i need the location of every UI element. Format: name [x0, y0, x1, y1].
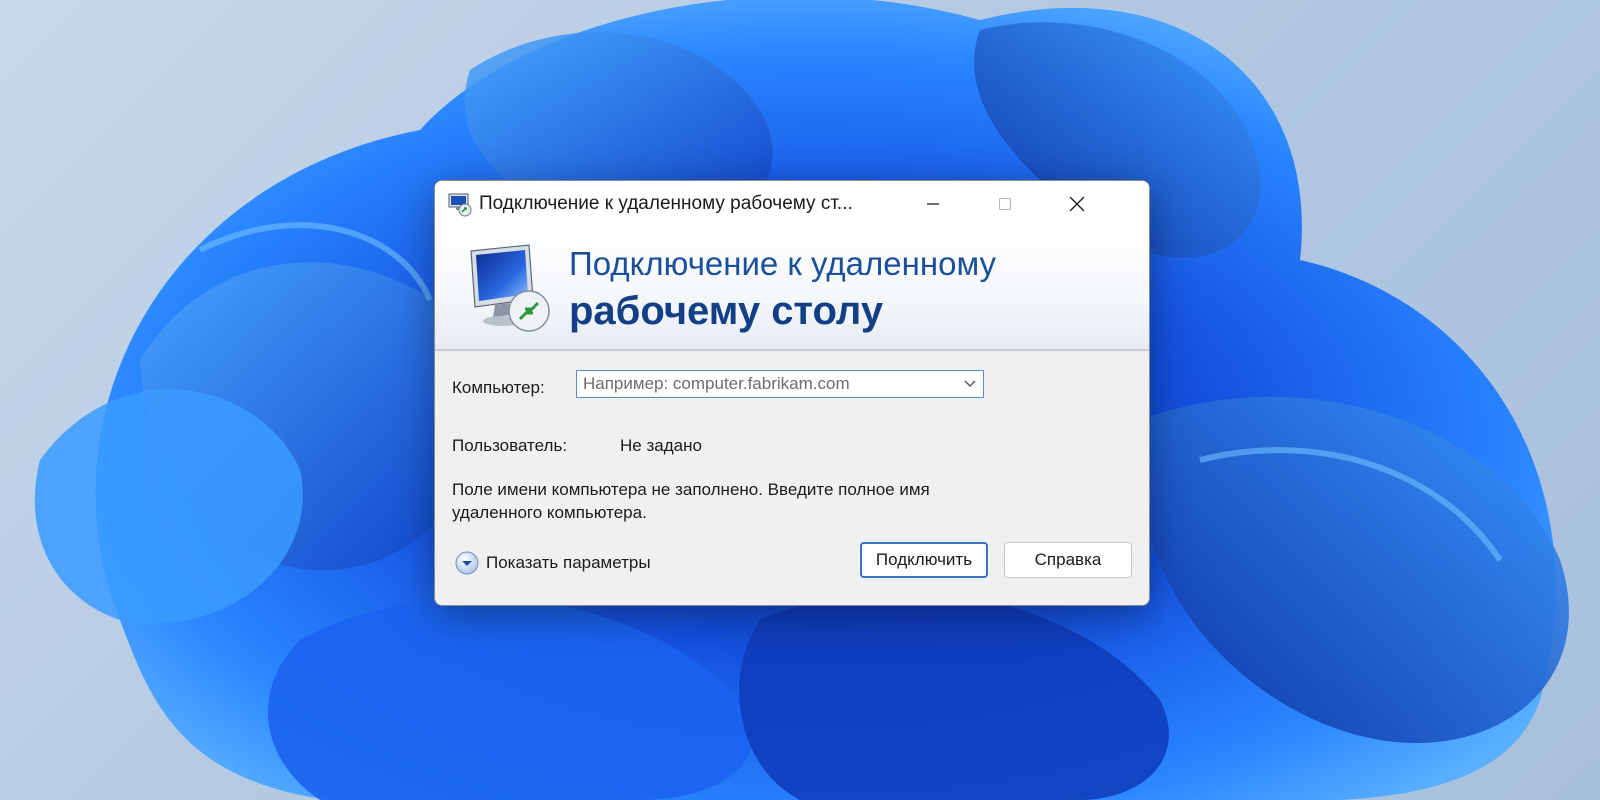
computer-combobox[interactable] — [576, 370, 984, 398]
chevron-down-icon[interactable] — [963, 378, 977, 390]
chevron-down-circle-icon — [455, 551, 479, 575]
computer-input[interactable] — [577, 371, 959, 397]
help-button[interactable]: Справка — [1004, 542, 1132, 578]
maximize-button[interactable] — [969, 181, 1041, 227]
banner-title-line-1: Подключение к удаленному — [569, 245, 997, 282]
close-icon — [1069, 196, 1085, 212]
minimize-icon — [927, 203, 939, 205]
remote-desktop-icon — [448, 193, 472, 217]
computer-label: Компьютер: — [452, 378, 545, 397]
maximize-icon — [998, 197, 1012, 211]
remote-desktop-icon — [470, 244, 550, 332]
banner-title-line-2: рабочему столу — [569, 289, 884, 333]
window-title: Подключение к удаленному рабочему ст... — [479, 193, 853, 214]
close-button[interactable] — [1041, 181, 1113, 227]
show-options-label: Показать параметры — [486, 553, 651, 572]
minimize-button[interactable] — [897, 181, 969, 227]
connect-button[interactable]: Подключить — [860, 542, 988, 578]
header-banner: Подключение к удаленному рабочему столу — [435, 227, 1149, 351]
status-message: Поле имени компьютера не заполнено. Введ… — [452, 480, 930, 522]
title-bar[interactable]: Подключение к удаленному рабочему ст... — [435, 181, 1149, 227]
desktop: Подключение к удаленному рабочему ст... — [0, 0, 1600, 800]
user-label: Пользователь: — [452, 436, 568, 455]
user-value: Не задано — [620, 436, 702, 455]
show-options-toggle[interactable]: Показать параметры — [454, 550, 651, 576]
